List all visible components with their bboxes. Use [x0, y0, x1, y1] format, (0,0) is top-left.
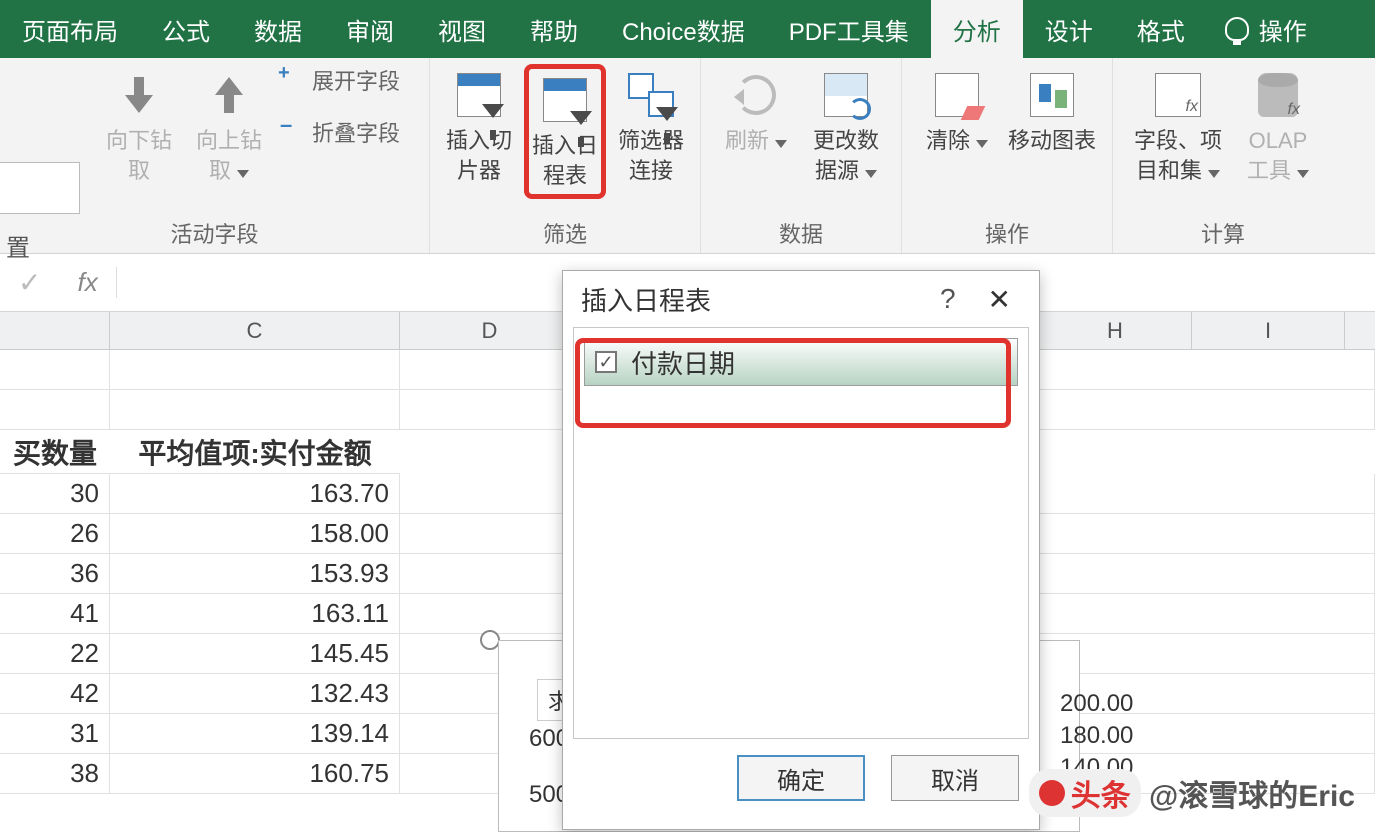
col-header-c[interactable]: C	[110, 312, 400, 349]
timeline-field-item[interactable]: 付款日期	[584, 338, 1018, 386]
group-label: 筛选	[436, 213, 694, 251]
group-label: 活动字段	[10, 213, 419, 251]
field-label: 付款日期	[631, 344, 735, 381]
collapse-field-button[interactable]: 折叠字段	[282, 116, 400, 148]
tab-pdf-tools[interactable]: PDF工具集	[767, 0, 931, 58]
cell-amount[interactable]: 153.93	[110, 554, 400, 593]
filter-connections-button[interactable]: 筛选器连接	[608, 64, 694, 189]
cell-qty[interactable]: 31	[0, 714, 110, 753]
col-header-d[interactable]: D	[400, 312, 580, 349]
drill-down-button[interactable]: 向下钻取	[94, 64, 184, 189]
cell-amount[interactable]: 158.00	[110, 514, 400, 553]
clear-icon	[935, 73, 979, 117]
group-active-field: 置 向下钻取 向上钻取 展开字段 折叠字段 活动字段	[0, 58, 430, 253]
cell-qty[interactable]: 36	[0, 554, 110, 593]
group-label: 计算	[1123, 213, 1323, 251]
slicer-icon	[457, 73, 501, 117]
expand-field-button[interactable]: 展开字段	[282, 64, 400, 96]
move-chart-button[interactable]: 移动图表	[1002, 64, 1102, 160]
timeline-icon	[543, 78, 587, 122]
expand-icon	[282, 70, 302, 90]
cell[interactable]	[400, 474, 580, 513]
field-checkbox[interactable]	[595, 351, 617, 373]
pivot-header-amount: 平均值项:实付金额	[110, 430, 400, 474]
cell-amount[interactable]: 139.14	[110, 714, 400, 753]
dialog-title: 插入日程表	[581, 281, 711, 318]
watermark: 头条 @滚雪球的Eric	[1029, 769, 1355, 817]
insert-timeline-dialog: 插入日程表 ? ✕ 付款日期 确定 取消	[562, 270, 1040, 830]
cell-amount[interactable]: 145.45	[110, 634, 400, 673]
cell-qty[interactable]: 42	[0, 674, 110, 713]
dialog-cancel-button[interactable]: 取消	[891, 755, 1019, 801]
tab-analyze[interactable]: 分析	[931, 0, 1023, 58]
bulb-icon	[1225, 17, 1249, 41]
field-settings-label[interactable]: 置	[6, 228, 30, 263]
fields-items-sets-button[interactable]: 字段、项目和集	[1123, 64, 1233, 189]
arrow-down-icon	[121, 77, 157, 113]
cell-qty[interactable]: 22	[0, 634, 110, 673]
tab-review[interactable]: 审阅	[324, 0, 416, 58]
tab-formulas[interactable]: 公式	[140, 0, 232, 58]
tell-me-label: 操作	[1259, 12, 1307, 47]
col-header-h[interactable]: H	[1039, 312, 1192, 349]
tab-choice-data[interactable]: Choice数据	[600, 0, 767, 58]
cell-qty[interactable]: 38	[0, 754, 110, 793]
group-label: 数据	[711, 213, 891, 251]
refresh-button[interactable]: 刷新	[711, 64, 801, 160]
cell-qty[interactable]: 26	[0, 514, 110, 553]
clear-button[interactable]: 清除	[912, 64, 1002, 160]
dialog-close-button[interactable]: ✕	[978, 283, 1021, 316]
cell-amount[interactable]: 163.70	[110, 474, 400, 513]
cell[interactable]	[400, 514, 580, 553]
tab-help[interactable]: 帮助	[508, 0, 600, 58]
formula-confirm-icon[interactable]: ✓	[0, 266, 59, 299]
group-label: 操作	[912, 213, 1102, 251]
tab-design[interactable]: 设计	[1023, 0, 1115, 58]
cell-qty[interactable]: 30	[0, 474, 110, 513]
insert-timeline-button[interactable]: 插入日程表	[524, 64, 606, 199]
group-calc: 字段、项目和集 OLAP 工具 计算	[1113, 58, 1333, 253]
tab-view[interactable]: 视图	[416, 0, 508, 58]
cell[interactable]	[400, 554, 580, 593]
move-chart-icon	[1030, 73, 1074, 117]
tell-me-search[interactable]: 操作	[1207, 0, 1325, 58]
fx-icon[interactable]: fx	[59, 267, 116, 298]
collapse-icon	[282, 122, 302, 142]
drill-up-button[interactable]: 向上钻取	[184, 64, 274, 189]
dialog-field-list: 付款日期	[573, 327, 1029, 739]
pivot-header-qty: 买数量	[0, 430, 110, 474]
cell-amount[interactable]: 132.43	[110, 674, 400, 713]
filter-connections-icon	[628, 73, 674, 117]
ribbon-tabs: 页面布局 公式 数据 审阅 视图 帮助 Choice数据 PDF工具集 分析 设…	[0, 0, 1375, 58]
chart-resize-handle[interactable]	[480, 630, 500, 650]
col-header-rest[interactable]	[1345, 312, 1375, 349]
insert-slicer-button[interactable]: 插入切片器	[436, 64, 522, 189]
dialog-help-button[interactable]: ?	[918, 283, 978, 315]
tab-format[interactable]: 格式	[1115, 0, 1207, 58]
cell-amount[interactable]: 163.11	[110, 594, 400, 633]
dialog-ok-button[interactable]: 确定	[737, 755, 865, 801]
tab-data[interactable]: 数据	[232, 0, 324, 58]
group-data: 刷新 更改数据源 数据	[701, 58, 902, 253]
watermark-icon	[1039, 780, 1065, 806]
col-header-b[interactable]	[0, 312, 110, 349]
arrow-up-icon	[211, 77, 247, 113]
olap-icon	[1258, 73, 1298, 117]
field-fx-icon	[1155, 73, 1201, 117]
cell-qty[interactable]: 41	[0, 594, 110, 633]
col-header-i[interactable]: I	[1192, 312, 1345, 349]
olap-tools-button[interactable]: OLAP 工具	[1233, 64, 1323, 189]
refresh-icon	[736, 75, 776, 115]
group-actions: 清除 移动图表 操作	[902, 58, 1113, 253]
change-data-source-button[interactable]: 更改数据源	[801, 64, 891, 189]
cell-amount[interactable]: 160.75	[110, 754, 400, 793]
tab-page-layout[interactable]: 页面布局	[0, 0, 140, 58]
active-field-name-box[interactable]	[0, 162, 80, 214]
group-filter: 插入切片器 插入日程表 筛选器连接 筛选	[430, 58, 701, 253]
ribbon-body: 置 向下钻取 向上钻取 展开字段 折叠字段 活动字段	[0, 58, 1375, 254]
datasource-icon	[824, 73, 868, 117]
